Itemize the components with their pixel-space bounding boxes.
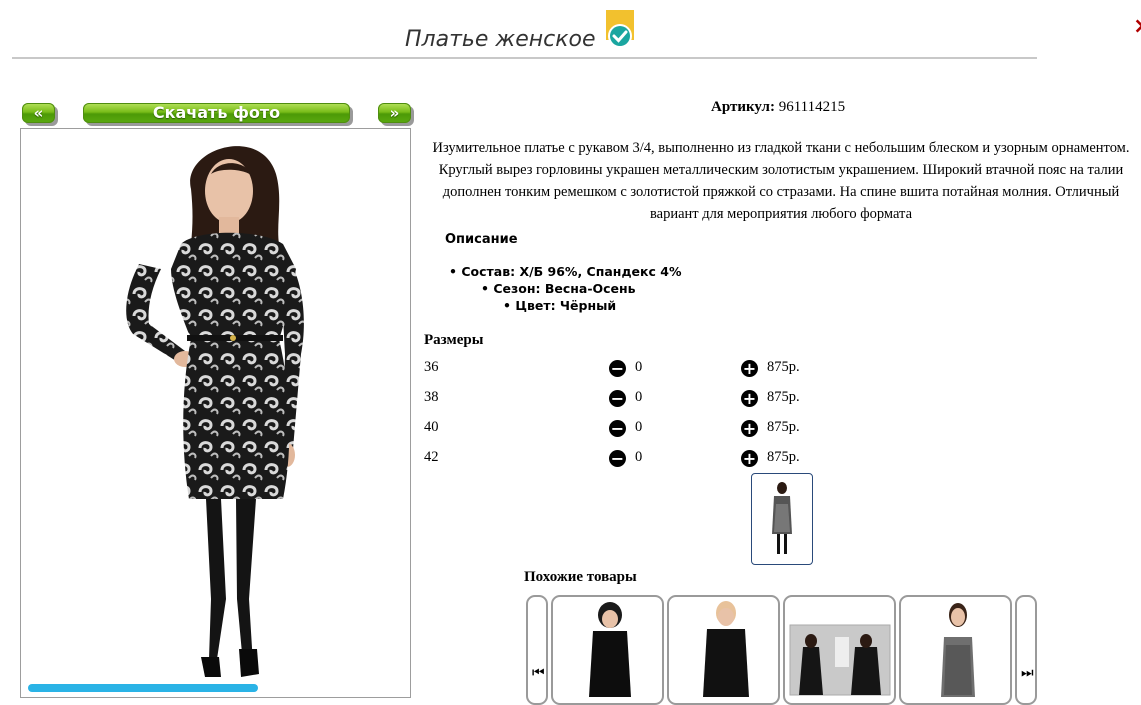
size-label: 36 [424,359,439,375]
quantity-value: 0 [635,359,643,375]
sizes-title: Размеры [424,332,484,348]
size-row: 38 − 0 + 875р. [424,389,844,411]
spec-text: Состав: Х/Б 96%, Спандекс 4% [461,264,682,279]
plus-icon[interactable]: + [741,390,758,407]
price-value: 875р. [767,359,800,375]
size-label: 42 [424,449,439,465]
header-divider [12,57,1037,59]
size-row: 42 − 0 + 875р. [424,449,844,471]
specs-title: Описание [445,232,518,247]
minus-icon[interactable]: − [609,390,626,407]
close-icon[interactable]: × [1133,14,1141,39]
spec-composition: • Состав: Х/Б 96%, Спандекс 4% [449,264,682,279]
spec-text: Сезон: Весна-Осень [493,281,636,296]
quantity-value: 0 [635,419,643,435]
price-value: 875р. [767,419,800,435]
spec-text: Цвет: Чёрный [515,298,617,313]
next-photo-button[interactable]: » [378,103,411,123]
minus-icon[interactable]: − [609,360,626,377]
product-description: Изумительное платье с рукавом 3/4, выпол… [432,140,1130,222]
size-row: 36 − 0 + 875р. [424,359,844,381]
product-photo[interactable] [20,128,411,698]
size-label: 40 [424,419,439,435]
minus-icon[interactable]: − [609,450,626,467]
sku: Артикул: 961114215 [711,99,845,116]
quantity-value: 0 [635,389,643,405]
size-row: 40 − 0 + 875р. [424,419,844,441]
size-label: 38 [424,389,439,405]
download-photo-button[interactable]: Скачать фото [83,103,350,123]
plus-icon[interactable]: + [741,420,758,437]
sku-value: 961114215 [778,99,846,115]
spec-season: • Сезон: Весна-Осень [481,281,636,296]
skip-forward-icon: ⏭ [1021,665,1034,681]
skip-back-icon: ⏮ [532,665,545,681]
spec-color: • Цвет: Чёрный [503,298,617,313]
plus-icon[interactable]: + [741,360,758,377]
plus-icon[interactable]: + [741,450,758,467]
sku-label: Артикул: [711,99,775,115]
price-value: 875р. [767,449,800,465]
verified-badge-icon [606,10,634,50]
similar-products-title: Похожие товары [524,569,637,585]
price-value: 875р. [767,389,800,405]
photo-thumbnail[interactable] [751,473,813,565]
prev-photo-button[interactable]: « [22,103,55,123]
quantity-value: 0 [635,449,643,465]
page-title: Платье женское [405,27,596,52]
photo-scrollbar[interactable] [28,684,258,692]
minus-icon[interactable]: − [609,420,626,437]
